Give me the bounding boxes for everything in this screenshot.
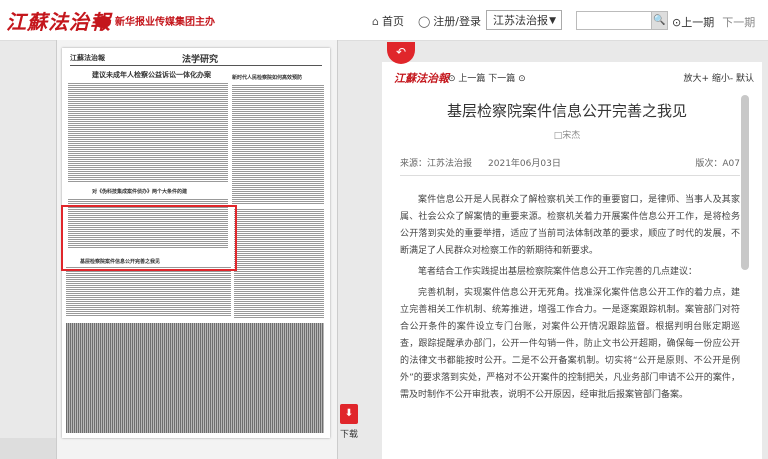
sub-headline[interactable]: 对《伪科技集成案件侦办》两个大条件的建	[92, 188, 187, 195]
prev-issue-label: 上一期	[681, 16, 715, 29]
left-margin	[0, 438, 56, 459]
paper-select-value: 江苏法治报	[493, 14, 548, 27]
page-paper-name: 江蘇法治報	[70, 54, 105, 62]
next-issue-link[interactable]: 下一期	[722, 16, 755, 29]
article-date: 2021年06月03日	[488, 159, 561, 169]
side-headline[interactable]: 新时代人民检察院如何高效预防	[232, 74, 302, 81]
top-bar: 江蘇法治報 新华报业传媒集团主办 ⌂ 首页 ◯ 注册/登录 江苏法治报 ▼ 🔍 ⊙上一…	[0, 0, 768, 41]
page-headline[interactable]: 建议未成年人检察公益诉讼一体化办案	[92, 70, 211, 80]
chevron-down-icon: ▼	[549, 16, 556, 26]
page-header: 江蘇法治報 法学研究	[70, 53, 322, 66]
article-text-block[interactable]	[66, 266, 231, 316]
zoom-in-button[interactable]: 放大+	[683, 74, 709, 84]
login-label: 注册/登录	[433, 15, 482, 28]
article-paragraph: 完善机制，实现案件信息公开无死角。找准深化案件信息公开工作的着力点，建立完善相关…	[400, 288, 740, 400]
paper-select[interactable]: 江苏法治报 ▼	[486, 10, 562, 30]
scrollbar[interactable]	[741, 95, 749, 270]
article-paragraph: 笔者结合工作实践提出基层检察院案件信息公开工作完善的几点建议：	[418, 267, 698, 277]
home-icon: ⌂	[372, 14, 379, 28]
home-link[interactable]: ⌂ 首页	[372, 13, 404, 29]
user-icon: ◯	[417, 14, 431, 28]
article-source: 来源：江苏法治报	[400, 159, 473, 169]
article-text-block[interactable]	[232, 84, 324, 204]
article-body: 案件信息公开是人民群众了解检察机关工作的重要窗口，是律师、当事人及其家属、社会公…	[400, 192, 740, 408]
article-author: □宋杰	[553, 131, 581, 141]
issue-pager: ⊙上一期 下一期	[672, 14, 755, 30]
zoom-out-button[interactable]: 缩小-	[712, 74, 733, 84]
download-label[interactable]: 下载	[340, 427, 358, 440]
selected-article-highlight[interactable]	[61, 205, 237, 271]
home-label: 首页	[381, 15, 404, 28]
article-text-block[interactable]	[68, 82, 228, 182]
dense-text-block[interactable]	[66, 323, 324, 433]
article-meta: 来源：江苏法治报 2021年06月03日 版次：A07	[400, 156, 740, 176]
article-toolbar: 江蘇法治報 ⊙ 上一篇 下一篇 ⊙ 放大+ 缩小- 默认	[394, 70, 754, 86]
zoom-controls: 放大+ 缩小- 默认	[683, 71, 754, 84]
search-icon[interactable]: 🔍	[652, 11, 668, 30]
main-nav: ⌂ 首页 ◯ 注册/登录	[372, 10, 495, 32]
next-article-link[interactable]: 下一篇	[488, 74, 515, 84]
article-paragraph: 案件信息公开是人民群众了解检察机关工作的重要窗口，是律师、当事人及其家属、社会公…	[400, 195, 740, 256]
group-name: 新华报业传媒集团主办	[115, 17, 215, 28]
zoom-default-button[interactable]: 默认	[736, 74, 754, 84]
article-edition: 版次：A07	[695, 159, 740, 169]
prev-article-link[interactable]: 上一篇	[458, 74, 485, 84]
article-panel: 江蘇法治報 ⊙ 上一篇 下一篇 ⊙ 放大+ 缩小- 默认 基层检察院案件信息公开…	[382, 62, 762, 459]
login-link[interactable]: ◯ 注册/登录	[418, 13, 481, 29]
article-text-block[interactable]	[234, 208, 324, 318]
group-seal-icon	[95, 16, 111, 28]
toolbar-logo: 江蘇法治報	[394, 72, 449, 85]
search-input[interactable]	[576, 11, 652, 30]
article-pager: ⊙ 上一篇 下一篇 ⊙	[448, 74, 526, 84]
group-logo: 新华报业传媒集团主办	[95, 13, 215, 28]
back-arrow-icon[interactable]: ↶	[387, 42, 415, 64]
page-section: 法学研究	[182, 55, 219, 65]
article-title: 基层检察院案件信息公开完善之我见	[446, 102, 687, 120]
prev-issue-link[interactable]: ⊙上一期	[672, 16, 714, 29]
pdf-icon[interactable]: ⬇	[340, 404, 358, 424]
